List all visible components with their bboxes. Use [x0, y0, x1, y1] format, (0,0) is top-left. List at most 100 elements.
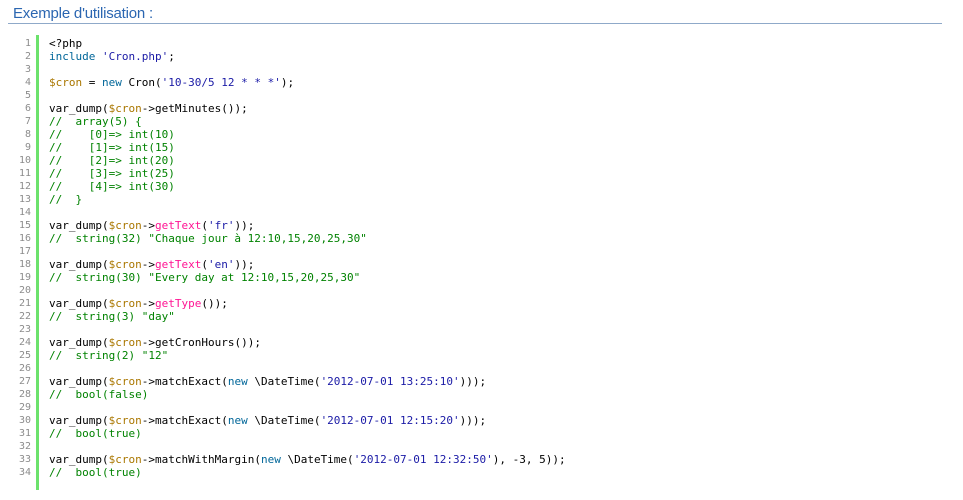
- code-line: 17: [8, 245, 942, 258]
- code-token: var_dump(: [49, 297, 109, 310]
- code-line: 29: [8, 401, 942, 414]
- section-title: Exemple d'utilisation :: [13, 5, 154, 22]
- line-number: 24: [18, 337, 31, 348]
- line-number: 15: [18, 220, 31, 231]
- code-token: // bool(false): [49, 388, 149, 401]
- code-line: 14: [8, 206, 942, 219]
- code-token: ->getCronHours());: [141, 336, 261, 349]
- code-token: // string(2) "12": [49, 349, 169, 362]
- code-token: $cron: [108, 258, 142, 271]
- code-block[interactable]: 1 <?php 2 include 'Cron.php'; 3 4 $cron = new …: [8, 35, 942, 490]
- code-line: 30 var_dump($cron->matchExact(new \DateTi…: [8, 414, 942, 427]
- code-text: // string(3) "day": [36, 310, 175, 323]
- code-token: '10-30/5 12 * * *': [161, 76, 281, 89]
- code-token: // [2]=> int(20): [49, 154, 175, 167]
- line-number: 20: [18, 285, 31, 296]
- code-token: var_dump(: [49, 453, 109, 466]
- code-line: 2 include 'Cron.php';: [8, 50, 942, 63]
- page: Exemple d'utilisation : 1 <?php 2 include '…: [0, 0, 963, 500]
- line-number: 32: [18, 441, 31, 452]
- code-line: 9 // [1]=> int(15): [8, 141, 942, 154]
- code-token: '2012-07-01 12:15:20': [320, 414, 460, 427]
- code-text: $cron = new Cron('10-30/5 12 * * *');: [36, 76, 294, 89]
- line-number: 16: [18, 233, 31, 244]
- code-token: ->: [141, 219, 155, 232]
- code-token: getText: [154, 258, 202, 271]
- line-number: 1: [24, 38, 31, 49]
- code-token: // bool(true): [49, 427, 142, 440]
- line-number: 8: [24, 129, 31, 140]
- line-number: 27: [18, 376, 31, 387]
- line-number: 33: [18, 454, 31, 465]
- line-number: 21: [18, 298, 31, 309]
- code-token: var_dump(: [49, 336, 109, 349]
- line-number: 4: [24, 77, 31, 88]
- code-token: ));: [234, 258, 255, 271]
- code-text: // bool(true): [36, 466, 142, 479]
- line-number: 14: [18, 207, 31, 218]
- code-token: $cron: [108, 297, 142, 310]
- code-line: 24 var_dump($cron->getCronHours());: [8, 336, 942, 349]
- code-token: // [4]=> int(30): [49, 180, 175, 193]
- code-text: // string(32) "Chaque jour à 12:10,15,20…: [36, 232, 367, 245]
- code-text: var_dump($cron->getType());: [36, 297, 228, 310]
- code-token: $cron: [108, 453, 142, 466]
- code-token: $cron: [49, 76, 83, 89]
- code-line: 32: [8, 440, 942, 453]
- code-line: 33 var_dump($cron->matchWithMargin(new \D…: [8, 453, 942, 466]
- code-token: new: [227, 375, 248, 388]
- code-token: ->matchExact(: [141, 375, 228, 388]
- code-text: include 'Cron.php';: [36, 50, 175, 63]
- code-line: 21 var_dump($cron->getType());: [8, 297, 942, 310]
- code-token: new: [227, 414, 248, 427]
- line-number: 23: [18, 324, 31, 335]
- code-line: 28 // bool(false): [8, 388, 942, 401]
- code-token: // [0]=> int(10): [49, 128, 175, 141]
- code-text: // [4]=> int(30): [36, 180, 175, 193]
- code-text: var_dump($cron->matchWithMargin(new \Dat…: [36, 453, 566, 466]
- code-line: 26: [8, 362, 942, 375]
- code-token: $cron: [108, 336, 142, 349]
- code-line: 4 $cron = new Cron('10-30/5 12 * * *');: [8, 76, 942, 89]
- code-token: 'fr': [207, 219, 235, 232]
- code-text: var_dump($cron->matchExact(new \DateTime…: [36, 375, 486, 388]
- code-token: '2012-07-01 13:25:10': [320, 375, 460, 388]
- code-token: $cron: [108, 375, 142, 388]
- code-text: // string(30) "Every day at 12:10,15,20,…: [36, 271, 360, 284]
- code-token: // [3]=> int(25): [49, 167, 175, 180]
- code-token: )));: [459, 375, 487, 388]
- code-token: 'en': [207, 258, 235, 271]
- code-token: '2012-07-01 12:32:50': [353, 453, 493, 466]
- line-number: 30: [18, 415, 31, 426]
- code-token: // array(5) {: [49, 115, 142, 128]
- code-line: 13 // }: [8, 193, 942, 206]
- code-token: <?php: [49, 37, 83, 50]
- line-number: 6: [24, 103, 31, 114]
- code-token: ->: [141, 258, 155, 271]
- code-line: 23: [8, 323, 942, 336]
- line-number: 2: [24, 51, 31, 62]
- code-text: // string(2) "12": [36, 349, 168, 362]
- code-text: // [1]=> int(15): [36, 141, 175, 154]
- code-text: var_dump($cron->getCronHours());: [36, 336, 261, 349]
- code-text: // array(5) {: [36, 115, 142, 128]
- code-line: 27 var_dump($cron->matchExact(new \DateTi…: [8, 375, 942, 388]
- line-number: 5: [24, 90, 31, 101]
- code-line: 12 // [4]=> int(30): [8, 180, 942, 193]
- code-token: )));: [459, 414, 487, 427]
- code-token: ->getMinutes());: [141, 102, 248, 115]
- code-token: // }: [49, 193, 83, 206]
- code-token: new: [102, 76, 122, 89]
- code-text: var_dump($cron->matchExact(new \DateTime…: [36, 414, 486, 427]
- code-line: 1 <?php: [8, 37, 942, 50]
- line-number: 34: [18, 467, 31, 478]
- code-line: 19 // string(30) "Every day at 12:10,15,2…: [8, 271, 942, 284]
- code-line: 7 // array(5) {: [8, 115, 942, 128]
- code-line: 16 // string(32) "Chaque jour à 12:10,15,…: [8, 232, 942, 245]
- line-number: 13: [18, 194, 31, 205]
